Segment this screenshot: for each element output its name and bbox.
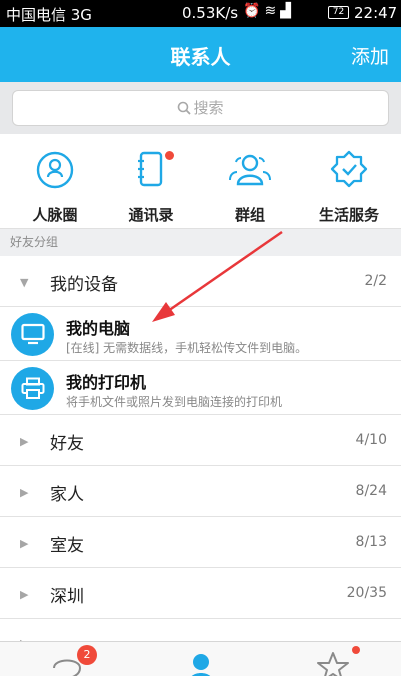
group-count: 2/2 bbox=[364, 273, 387, 289]
group-count: 20/35 bbox=[346, 585, 387, 601]
device-desc: [在线] 无需数据线，手机轻松传文件到电脑。 bbox=[66, 341, 308, 355]
network-speed: 0.53K/s bbox=[182, 4, 239, 22]
caret-right-icon: ▶ bbox=[20, 435, 29, 448]
search-placeholder: 搜索 bbox=[193, 99, 224, 117]
group-icon bbox=[229, 154, 271, 186]
device-name: 我的电脑 bbox=[66, 319, 131, 338]
quick-life-service[interactable]: 生活服务 bbox=[299, 150, 399, 225]
quick-contact-circle[interactable]: 人脉圈 bbox=[5, 150, 105, 225]
tab-discover-icon[interactable] bbox=[316, 650, 350, 676]
search-icon bbox=[178, 101, 192, 115]
device-row-printer[interactable]: 我的打印机 将手机文件或照片发到电脑连接的打印机 bbox=[0, 361, 401, 415]
carrier-label: 中国电信 3G bbox=[6, 6, 92, 24]
group-row-roommates[interactable]: ▶ 室友 8/13 bbox=[0, 517, 401, 568]
battery-icon: 72 bbox=[328, 6, 349, 19]
device-desc: 将手机文件或照片发到电脑连接的打印机 bbox=[66, 395, 283, 409]
signal-icon: ▟ bbox=[280, 3, 295, 19]
printer-icon bbox=[21, 377, 45, 399]
group-row-partial[interactable]: ▶ bbox=[0, 623, 401, 641]
quick-groups[interactable]: 群组 bbox=[200, 150, 300, 225]
page-title: 联系人 bbox=[170, 45, 231, 69]
group-name: 好友 bbox=[50, 434, 84, 454]
device-avatar bbox=[11, 313, 54, 356]
status-bar: 中国电信 3G 0.53K/s ⏰≋▟ 72 22:47 bbox=[0, 0, 401, 27]
device-row-computer[interactable]: 我的电脑 [在线] 无需数据线，手机轻松传文件到电脑。 bbox=[0, 307, 401, 361]
clock: 22:47 bbox=[354, 4, 398, 22]
group-row-friends[interactable]: ▶ 好友 4/10 bbox=[0, 415, 401, 466]
quick-label: 生活服务 bbox=[318, 206, 379, 224]
add-button[interactable]: 添加 bbox=[351, 42, 389, 69]
messages-badge: 2 bbox=[77, 645, 97, 665]
group-row-family[interactable]: ▶ 家人 8/24 bbox=[0, 466, 401, 517]
quick-actions: 人脉圈 通讯录 群组 生活服务 bbox=[0, 134, 401, 229]
alarm-icon: ⏰ bbox=[243, 3, 265, 19]
title-bar: 联系人 添加 bbox=[0, 27, 401, 82]
address-book-badge bbox=[165, 151, 174, 160]
search-area: 搜索 bbox=[0, 82, 401, 134]
device-avatar bbox=[11, 367, 54, 410]
caret-right-icon: ▶ bbox=[20, 537, 29, 550]
contact-circle-icon bbox=[36, 151, 74, 189]
search-input[interactable]: 搜索 bbox=[12, 90, 389, 126]
bottom-tab-bar bbox=[0, 641, 401, 676]
discover-badge-dot bbox=[352, 646, 360, 654]
wifi-icon: ≋ bbox=[264, 3, 281, 19]
caret-right-icon: ▶ bbox=[20, 486, 29, 499]
quick-label: 人脉圈 bbox=[32, 206, 78, 224]
life-service-icon bbox=[330, 150, 368, 188]
device-name: 我的打印机 bbox=[66, 373, 147, 392]
group-row-shenzhen[interactable]: ▶ 深圳 20/35 bbox=[0, 568, 401, 619]
group-row-devices[interactable]: ▼ 我的设备 2/2 bbox=[0, 256, 401, 307]
quick-label: 通讯录 bbox=[128, 206, 174, 224]
caret-right-icon: ▶ bbox=[20, 588, 29, 601]
group-name: 家人 bbox=[50, 485, 84, 505]
computer-icon bbox=[21, 323, 45, 345]
tab-contacts-icon[interactable] bbox=[186, 650, 216, 676]
contact-list: ▼ 我的设备 2/2 我的电脑 [在线] 无需数据线，手机轻松传文件到电脑。 我… bbox=[0, 256, 401, 619]
quick-address-book[interactable]: 通讯录 bbox=[101, 150, 201, 225]
quick-label: 群组 bbox=[234, 206, 265, 224]
friend-groups-header: 好友分组 bbox=[0, 229, 401, 256]
group-count: 8/24 bbox=[355, 483, 387, 499]
group-count: 4/10 bbox=[355, 432, 387, 448]
caret-down-icon: ▼ bbox=[20, 276, 29, 289]
group-name: 我的设备 bbox=[50, 275, 118, 295]
group-name: 深圳 bbox=[50, 587, 84, 607]
status-icons: ⏰≋▟ bbox=[243, 3, 295, 19]
group-name: 室友 bbox=[50, 536, 84, 556]
group-count: 8/13 bbox=[355, 534, 387, 550]
